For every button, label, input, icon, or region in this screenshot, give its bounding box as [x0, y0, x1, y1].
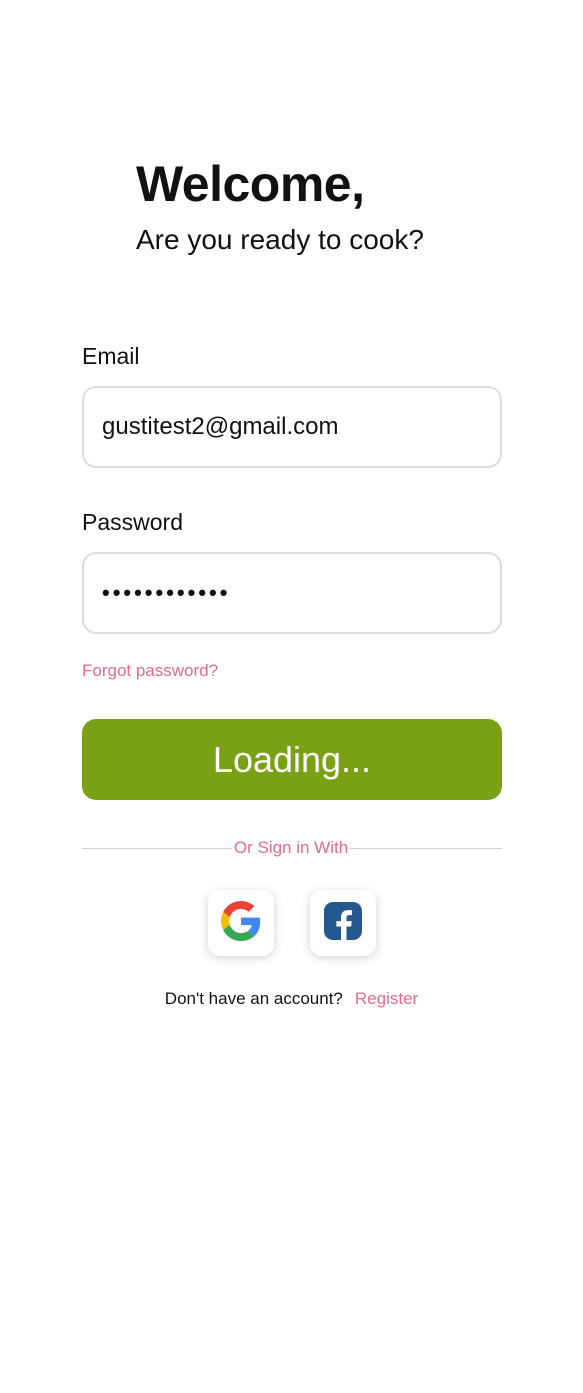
- password-field[interactable]: ••••••••••••: [82, 552, 502, 634]
- password-label: Password: [82, 509, 183, 535]
- page-title: Welcome,: [136, 156, 365, 212]
- divider-left: [82, 848, 232, 849]
- password-value: ••••••••••••: [102, 580, 231, 605]
- divider-right: [350, 848, 502, 849]
- register-prompt: Don't have an account? Register: [0, 988, 583, 1010]
- facebook-icon: [323, 901, 363, 946]
- login-button[interactable]: Loading...: [82, 719, 502, 800]
- email-label: Email: [82, 343, 140, 369]
- login-button-label: Loading...: [212, 738, 372, 780]
- register-link[interactable]: Register: [355, 988, 418, 1010]
- google-signin-button[interactable]: [208, 890, 274, 956]
- google-icon: [221, 900, 261, 946]
- divider-text: Or Sign in With: [233, 838, 349, 857]
- email-value: gustitest2@gmail.com: [102, 413, 339, 440]
- email-field[interactable]: gustitest2@gmail.com: [82, 386, 502, 468]
- facebook-signin-button[interactable]: [310, 890, 376, 956]
- forgot-password-link[interactable]: Forgot password?: [82, 660, 218, 682]
- page-subtitle: Are you ready to cook?: [136, 224, 424, 255]
- register-prompt-text: Don't have an account?: [164, 989, 343, 1008]
